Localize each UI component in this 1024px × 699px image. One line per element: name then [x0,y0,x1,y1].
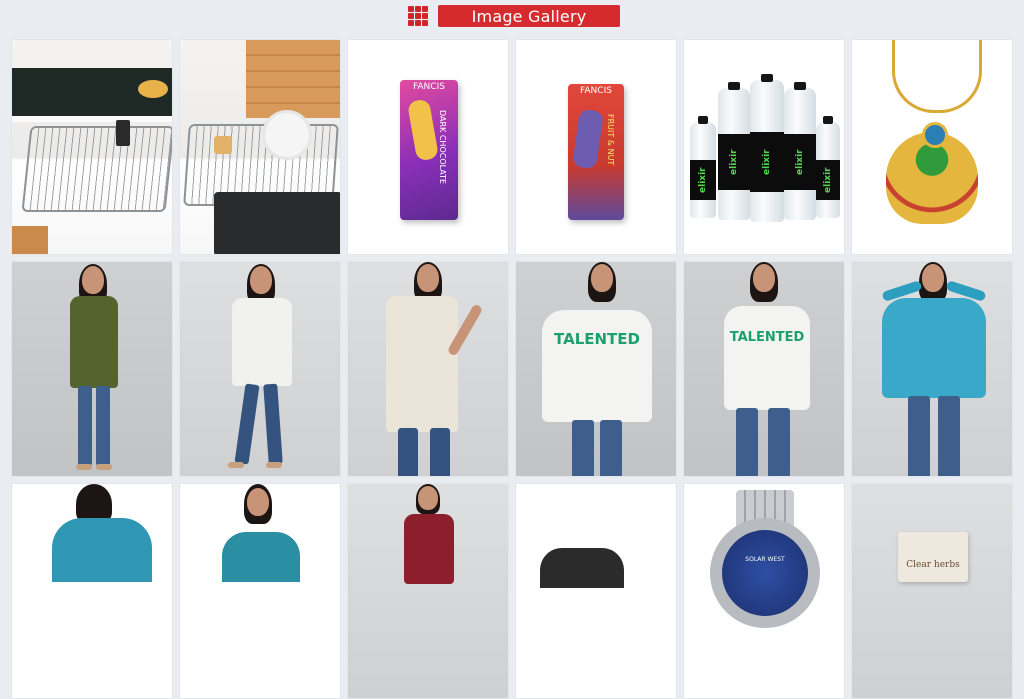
gallery-tile[interactable] [11,39,173,255]
chocolate-bar-pack: FANCIS DARK CHOCOLATE [400,80,458,220]
black-accessory [540,548,624,588]
teal-vneck [222,532,300,582]
brand-label: FANCIS [580,86,612,96]
talented-tee: TALENTED [542,310,652,422]
watch-brand: SOLAR WEST [745,556,785,563]
gallery-header: Image Gallery [0,0,1024,32]
bottle: elixir [750,74,784,222]
sink [214,192,340,254]
gallery-tile[interactable]: TALENTED [683,261,845,477]
bottle: elixir [784,82,816,220]
dish-rack [21,126,172,212]
plate [262,110,312,160]
image-gallery: FANCIS DARK CHOCOLATE FANCIS FRUIT & NUT… [11,39,1013,699]
wrist-watch: SOLAR WEST [710,518,820,628]
gallery-tile[interactable] [347,261,509,477]
white-tee [232,298,292,386]
bottle: elixir [816,116,840,218]
cream-tee [386,296,458,432]
gallery-tile[interactable]: FANCIS DARK CHOCOLATE [347,39,509,255]
gallery-tile[interactable] [179,39,341,255]
gallery-tile[interactable] [851,261,1013,477]
olive-top [70,296,118,388]
talented-tee: TALENTED [724,306,810,410]
page-title: Image Gallery [438,5,620,27]
gallery-tile[interactable] [179,483,341,699]
gallery-tile[interactable] [851,39,1013,255]
teal-tee [882,298,986,398]
tee-print: TALENTED [729,330,805,345]
maroon-tee [404,514,454,584]
gallery-tile[interactable]: Clear herbs [851,483,1013,699]
wood-panel [246,40,340,118]
bottle: elixir [690,116,716,218]
gallery-tile[interactable]: SOLAR WEST [683,483,845,699]
tee-print: TALENTED [554,330,640,348]
bottle: elixir [718,82,750,220]
fruit-bowl [138,80,168,98]
gallery-tile[interactable]: FANCIS FRUIT & NUT [515,39,677,255]
flavor-label: FRUIT & NUT [606,114,615,166]
flavor-label: DARK CHOCOLATE [438,110,447,185]
chocolate-bar-pack: FANCIS FRUIT & NUT [568,84,624,220]
gallery-tile[interactable] [515,483,677,699]
soap-brand: Clear herbs [906,560,960,570]
chain [892,40,982,113]
soap-box: Clear herbs [898,532,968,582]
grid-icon[interactable] [408,6,428,26]
brand-label: FANCIS [413,82,445,92]
gallery-tile[interactable]: TALENTED [515,261,677,477]
gallery-tile[interactable] [179,261,341,477]
gallery-tile[interactable] [11,483,173,699]
gallery-tile[interactable]: elixir elixir elixir elixir elixir [683,39,845,255]
gallery-tile[interactable] [11,261,173,477]
gallery-tile[interactable] [347,483,509,699]
teal-tee [52,518,152,582]
